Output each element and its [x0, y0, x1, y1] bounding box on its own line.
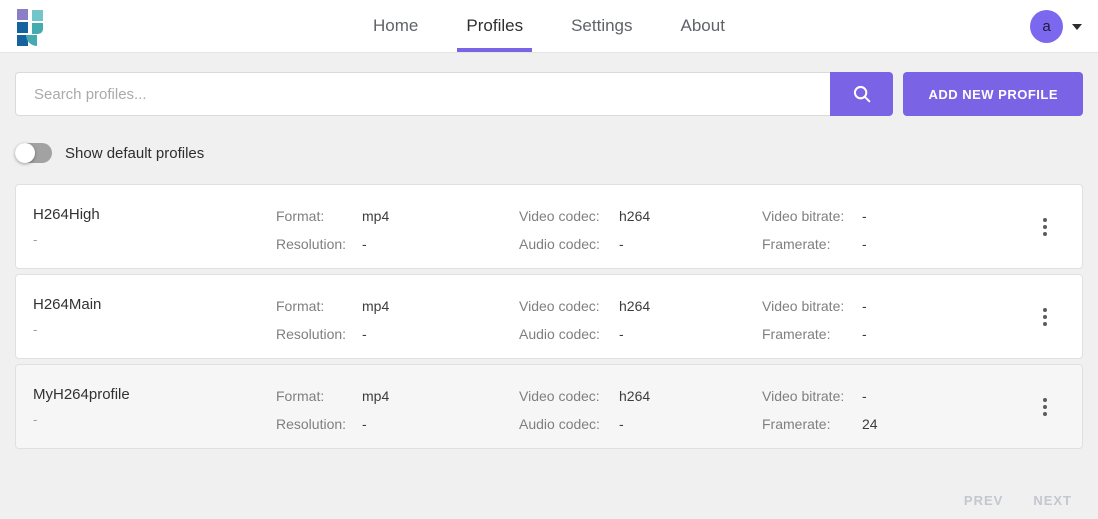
more-options-icon[interactable]	[1037, 392, 1053, 422]
field-value: 24	[862, 416, 878, 432]
toggle-label: Show default profiles	[65, 144, 205, 162]
card-actions	[1007, 275, 1082, 358]
field-value: -	[862, 326, 867, 342]
field-label: Format:	[276, 208, 325, 224]
field-value: h264	[619, 298, 651, 314]
search-icon	[851, 83, 873, 105]
format-column: Format: mp4 Resolution: -	[276, 275, 519, 358]
field-label: Framerate:	[762, 416, 831, 432]
field-label: Audio codec:	[519, 236, 600, 252]
field-value: -	[362, 416, 367, 432]
nav-item-home[interactable]: Home	[364, 0, 427, 52]
nav-item-about[interactable]: About	[672, 0, 734, 52]
codec-column: Video codec: h264 Audio codec: -	[519, 365, 762, 448]
next-page-button[interactable]: NEXT	[1033, 493, 1072, 508]
toggle-knob	[15, 143, 35, 163]
field-value: -	[862, 388, 867, 404]
field-value: -	[862, 298, 867, 314]
field-value: -	[619, 416, 624, 432]
user-menu: a	[1030, 0, 1082, 53]
field-value: h264	[619, 388, 651, 404]
field-value: -	[362, 326, 367, 342]
profile-description: -	[33, 322, 38, 337]
field-label: Video codec:	[519, 388, 600, 404]
profile-name: H264Main	[33, 296, 102, 313]
field-value: mp4	[362, 298, 390, 314]
profile-card: H264Main - Format: mp4 Resolution: - Vid…	[15, 274, 1083, 359]
show-default-profiles-row: Show default profiles	[15, 143, 1083, 163]
field-value: -	[862, 236, 867, 252]
nav-item-profiles[interactable]: Profiles	[457, 0, 532, 52]
more-options-icon[interactable]	[1037, 212, 1053, 242]
field-value: mp4	[362, 388, 390, 404]
chevron-down-icon[interactable]	[1072, 23, 1082, 30]
add-new-profile-button[interactable]: ADD NEW PROFILE	[903, 72, 1083, 116]
profile-list: H264High - Format: mp4 Resolution: - Vid…	[15, 184, 1083, 449]
bitrate-column: Video bitrate: - Framerate: -	[762, 185, 1007, 268]
field-value: -	[362, 236, 367, 252]
field-label: Video bitrate:	[762, 208, 845, 224]
profile-description: -	[33, 232, 38, 247]
field-label: Framerate:	[762, 326, 831, 342]
search-button[interactable]	[830, 72, 894, 116]
profile-name-column: MyH264profile -	[16, 365, 276, 448]
profile-description: -	[33, 412, 38, 427]
bitrate-column: Video bitrate: - Framerate: 24	[762, 365, 1007, 448]
card-actions	[1007, 185, 1082, 268]
field-label: Resolution:	[276, 236, 347, 252]
field-value: mp4	[362, 208, 390, 224]
logo-block	[32, 23, 43, 34]
logo-block	[32, 10, 43, 21]
field-label: Resolution:	[276, 416, 347, 432]
codec-column: Video codec: h264 Audio codec: -	[519, 185, 762, 268]
logo-block	[17, 22, 28, 33]
search-input[interactable]	[15, 72, 831, 116]
top-navbar: Home Profiles Settings About a	[0, 0, 1098, 53]
field-label: Resolution:	[276, 326, 347, 342]
format-column: Format: mp4 Resolution: -	[276, 185, 519, 268]
field-value: -	[862, 208, 867, 224]
field-label: Audio codec:	[519, 416, 600, 432]
format-column: Format: mp4 Resolution: -	[276, 365, 519, 448]
avatar[interactable]: a	[1030, 10, 1063, 43]
profile-name-column: H264Main -	[16, 275, 276, 358]
field-label: Format:	[276, 298, 325, 314]
profile-name-column: H264High -	[16, 185, 276, 268]
field-value: -	[619, 326, 624, 342]
field-label: Format:	[276, 388, 325, 404]
prev-page-button[interactable]: PREV	[964, 493, 1003, 508]
profile-name: H264High	[33, 206, 100, 223]
field-label: Video codec:	[519, 208, 600, 224]
field-label: Audio codec:	[519, 326, 600, 342]
show-default-profiles-toggle[interactable]	[15, 143, 52, 163]
codec-column: Video codec: h264 Audio codec: -	[519, 275, 762, 358]
more-options-icon[interactable]	[1037, 302, 1053, 332]
field-label: Video codec:	[519, 298, 600, 314]
logo-block	[17, 9, 28, 20]
app-logo[interactable]	[17, 9, 47, 46]
bitrate-column: Video bitrate: - Framerate: -	[762, 275, 1007, 358]
main-content: ADD NEW PROFILE Show default profiles H2…	[0, 72, 1098, 508]
field-label: Video bitrate:	[762, 388, 845, 404]
field-value: -	[619, 236, 624, 252]
main-nav: Home Profiles Settings About	[364, 0, 734, 52]
card-actions	[1007, 365, 1082, 448]
profile-card: MyH264profile - Format: mp4 Resolution: …	[15, 364, 1083, 449]
nav-item-settings[interactable]: Settings	[562, 0, 641, 52]
search-bar: ADD NEW PROFILE	[15, 72, 1083, 116]
profile-name: MyH264profile	[33, 386, 130, 403]
pagination: PREV NEXT	[15, 493, 1083, 508]
profile-card: H264High - Format: mp4 Resolution: - Vid…	[15, 184, 1083, 269]
field-label: Framerate:	[762, 236, 831, 252]
field-label: Video bitrate:	[762, 298, 845, 314]
field-value: h264	[619, 208, 651, 224]
